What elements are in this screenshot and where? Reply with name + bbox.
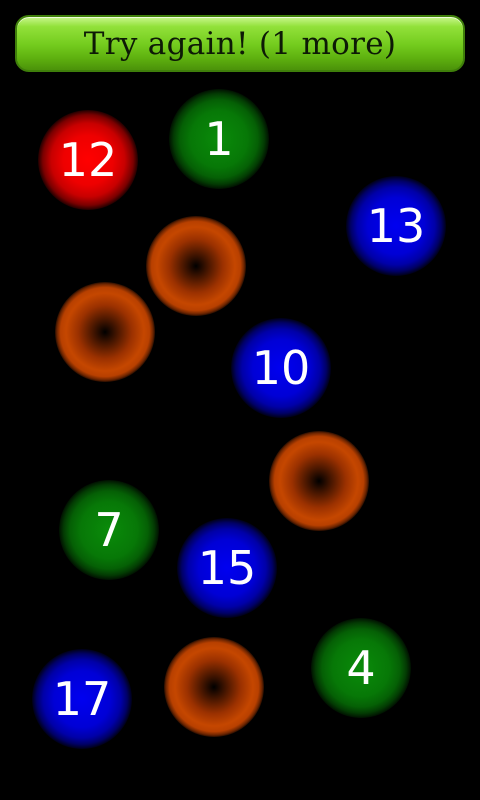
ball-number: 7 [94,503,124,557]
ball-unnumbered[interactable] [55,282,155,382]
ball-unnumbered[interactable] [269,431,369,531]
try-again-label: Try again! (1 more) [83,25,397,62]
ball-number: 13 [366,199,426,253]
ball-13[interactable]: 13 [346,176,446,276]
ball-number: 17 [52,672,112,726]
ball-4[interactable]: 4 [311,618,411,718]
ball-number: 4 [346,641,376,695]
ball-number: 1 [204,112,234,166]
ball-number: 10 [251,341,311,395]
ball-17[interactable]: 17 [32,649,132,749]
game-screen: Try again! (1 more) 12 1 13 10 7 15 4 17 [0,0,480,800]
ball-1[interactable]: 1 [169,89,269,189]
ball-12[interactable]: 12 [38,110,138,210]
ball-15[interactable]: 15 [177,518,277,618]
ball-7[interactable]: 7 [59,480,159,580]
ball-unnumbered[interactable] [164,637,264,737]
ball-number: 12 [58,133,118,187]
try-again-button[interactable]: Try again! (1 more) [15,15,465,72]
ball-10[interactable]: 10 [231,318,331,418]
ball-unnumbered[interactable] [146,216,246,316]
ball-number: 15 [197,541,257,595]
